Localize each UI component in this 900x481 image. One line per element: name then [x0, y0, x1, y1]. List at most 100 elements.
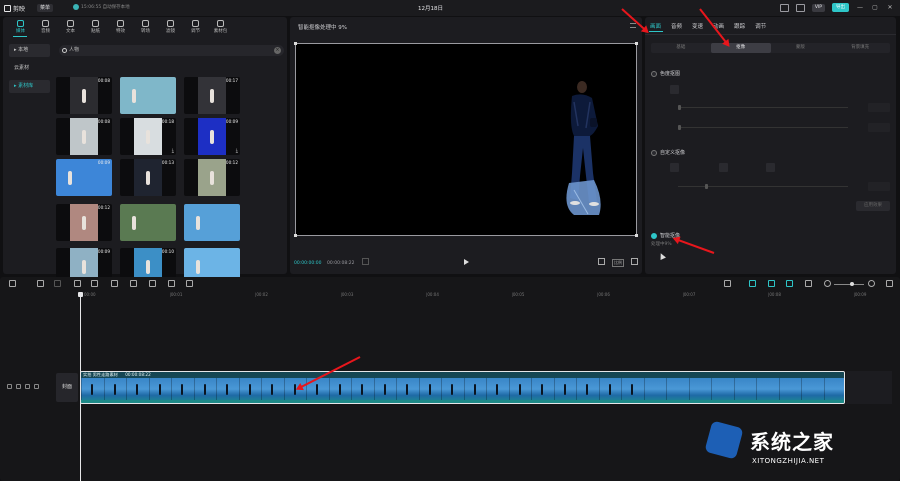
empty-track-area[interactable] [846, 371, 892, 404]
brush-size-slider[interactable] [670, 182, 890, 191]
shadow-slider[interactable] [670, 123, 890, 132]
slider-knob[interactable] [705, 184, 708, 189]
video-clip[interactable]: 实拍 男性走路素材 00:00:08:22 [80, 371, 845, 404]
delete-left-icon[interactable] [91, 280, 98, 287]
play-icon[interactable] [464, 259, 469, 265]
layout-icon[interactable] [795, 3, 805, 12]
smart-brush-icon[interactable] [670, 163, 679, 172]
shortcut-keys-icon[interactable] [779, 3, 789, 12]
linkage-icon[interactable] [786, 280, 793, 287]
tab-transition[interactable]: 转场 [134, 18, 157, 37]
timeline-mode-icon[interactable] [362, 258, 369, 265]
minimize-icon[interactable]: — [856, 4, 864, 12]
category-local[interactable]: ▸ 本地 [9, 44, 50, 57]
tab-adjust[interactable]: 调节 [755, 22, 766, 30]
maximize-icon[interactable]: ▢ [871, 4, 879, 12]
menu-icon[interactable] [630, 23, 636, 28]
reverse-icon[interactable] [130, 280, 137, 287]
custom-cutout-option[interactable]: 自定义抠像 [651, 149, 685, 156]
freeze-icon[interactable] [111, 280, 118, 287]
tab-filter[interactable]: 滤镜 [159, 18, 182, 37]
fit-view-icon[interactable] [598, 258, 605, 265]
audio-track-icon[interactable] [34, 384, 39, 389]
slider-knob[interactable] [678, 125, 681, 130]
main-track-magnet-icon[interactable] [749, 280, 756, 287]
media-thumbnail[interactable]: 00:12 [184, 159, 240, 196]
subtab-mask[interactable]: 蒙版 [771, 43, 831, 53]
mirror-icon[interactable] [149, 280, 156, 287]
menu-button[interactable]: 菜单 [37, 4, 54, 12]
tab-audio[interactable]: 音频 [34, 18, 57, 37]
clear-icon[interactable]: × [274, 47, 281, 54]
slider-value-field[interactable] [868, 103, 890, 112]
tab-package[interactable]: 素材包 [209, 18, 232, 37]
category-cloud[interactable]: 云素材 [9, 62, 50, 75]
preview-canvas[interactable] [294, 42, 638, 237]
lock-track-icon[interactable] [7, 384, 12, 389]
resize-handle[interactable] [635, 42, 638, 45]
media-thumbnail[interactable] [184, 204, 240, 241]
export-button[interactable]: 导出 [832, 3, 849, 12]
ratio-button[interactable]: 比例 [612, 259, 624, 267]
cover-button[interactable]: 封面 [56, 373, 78, 402]
tab-speed[interactable]: 变速 [692, 22, 703, 30]
crop-icon[interactable] [186, 280, 193, 287]
resize-handle[interactable] [635, 234, 638, 237]
split-icon[interactable] [74, 280, 81, 287]
subtab-background[interactable]: 背景填充 [830, 43, 890, 53]
subtab-cutout[interactable]: 抠像 [710, 43, 771, 53]
smart-cutout-checkbox[interactable] [651, 232, 657, 239]
zoom-slider-knob[interactable] [850, 282, 854, 286]
smart-eraser-icon[interactable] [719, 163, 728, 172]
playhead[interactable] [80, 292, 81, 481]
auto-snap-icon[interactable] [768, 280, 775, 287]
vip-badge[interactable]: VIP [811, 3, 825, 12]
media-thumbnail[interactable]: 00:18 ⤓ [120, 118, 176, 155]
color-picker-swatch[interactable] [670, 85, 679, 94]
tab-audio[interactable]: 音频 [671, 22, 682, 30]
media-thumbnail[interactable]: 00:09 ⤓ [184, 118, 240, 155]
media-thumbnail[interactable]: 00:08 [56, 77, 112, 114]
media-thumbnail[interactable] [120, 204, 176, 241]
time-ruler[interactable]: 00:00 |00:01 |00:02 |00:03 |00:04 |00:05 |00:0… [80, 292, 900, 299]
tab-text[interactable]: 文本 [59, 18, 82, 37]
tab-picture[interactable]: 画面 [650, 22, 661, 30]
close-icon[interactable]: ✕ [886, 4, 894, 12]
undo-icon[interactable] [37, 280, 44, 287]
media-thumbnail[interactable]: 00:17 [184, 77, 240, 114]
media-thumbnail[interactable] [120, 77, 176, 114]
tab-effects[interactable]: 特效 [109, 18, 132, 37]
resize-handle[interactable] [294, 234, 297, 237]
media-thumbnail[interactable]: 00:09 [56, 159, 112, 196]
slider-value-field[interactable] [868, 182, 890, 191]
tab-sticker[interactable]: 贴纸 [84, 18, 107, 37]
tab-adjust[interactable]: 调节 [184, 18, 207, 37]
playhead-handle[interactable] [78, 292, 83, 297]
tab-media[interactable]: 媒体 [9, 18, 32, 37]
media-thumbnail[interactable]: 00:08 [56, 118, 112, 155]
preview-axis-icon[interactable] [805, 280, 812, 287]
fullscreen-icon[interactable] [631, 258, 638, 265]
intensity-slider[interactable] [670, 103, 890, 112]
select-tool-icon[interactable] [9, 280, 16, 287]
slider-value-field[interactable] [868, 123, 890, 132]
eraser-icon[interactable] [766, 163, 775, 172]
apply-effect-button[interactable]: 应用效果 [856, 201, 890, 211]
zoom-slider-track[interactable] [834, 284, 864, 285]
search-input[interactable]: 人物 × [59, 45, 284, 56]
zoom-in-icon[interactable] [868, 280, 875, 287]
tab-tracking[interactable]: 跟踪 [734, 22, 745, 30]
chroma-key-checkbox[interactable] [651, 70, 657, 77]
resize-handle[interactable] [294, 42, 297, 45]
slider-knob[interactable] [678, 105, 681, 110]
subtab-basic[interactable]: 基础 [651, 43, 711, 53]
chroma-key-option[interactable]: 色度抠图 [651, 70, 680, 77]
custom-cutout-checkbox[interactable] [651, 149, 657, 156]
zoom-out-icon[interactable] [824, 280, 831, 287]
download-icon[interactable]: ⤓ [172, 148, 174, 154]
mute-track-icon[interactable] [25, 384, 30, 389]
media-thumbnail[interactable]: 00:13 [120, 159, 176, 196]
fit-timeline-icon[interactable] [886, 280, 893, 287]
rotate-icon[interactable] [168, 280, 175, 287]
microphone-icon[interactable] [724, 280, 731, 287]
